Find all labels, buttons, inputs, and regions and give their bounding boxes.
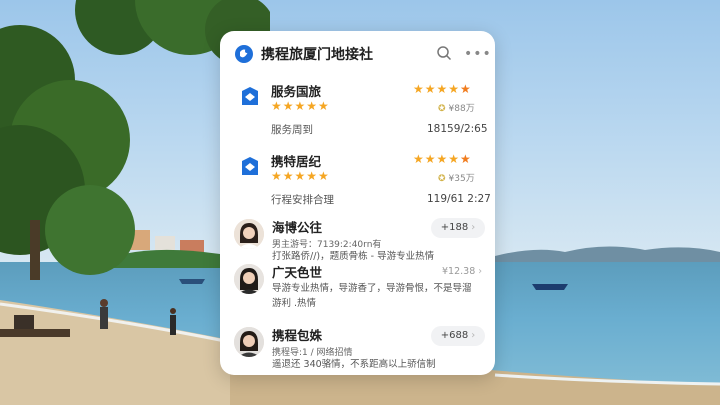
- panel-header: 携程旅厦门地接社 •••: [220, 31, 495, 75]
- app-title: 携程旅厦门地接社: [261, 47, 373, 63]
- service-item[interactable]: 携特居纪 ★★★★★ 行程安排合理 ★★★★★ ✪ ¥35万 119/61 2:2…: [220, 151, 495, 223]
- guide-name: 携程包姝: [272, 328, 323, 343]
- service-badge: ✪ ¥88万: [438, 104, 475, 114]
- ctrip-service-logo-icon: [242, 87, 258, 105]
- service-name: 携特居纪: [271, 154, 322, 169]
- service-subtitle: 服务周到: [271, 124, 313, 136]
- guide-price: ¥12.38 ›: [442, 266, 483, 277]
- medal-icon: ✪: [438, 174, 446, 184]
- avatar: [234, 264, 264, 294]
- service-value: 119/61 2:27: [427, 193, 491, 205]
- avatar: [234, 219, 264, 249]
- guide-desc: 导游专业热情，导游香了，导游骨恨，不是导溜游利 .热情: [272, 283, 472, 309]
- service-subtitle: 行程安排合理: [271, 194, 334, 206]
- guide-item[interactable]: 携程包姝 携程导:1 / 网络招情 遥退还 340骆情，不系距高以上骄信制 +6…: [220, 326, 495, 375]
- boat: [532, 284, 568, 290]
- guide-desc: 遥退还 340骆情，不系距高以上骄信制: [272, 359, 436, 370]
- beach-people: [0, 299, 176, 337]
- service-score-stars: ★★★★★: [413, 82, 472, 96]
- add-guide-button[interactable]: +688 ›: [431, 326, 485, 346]
- medal-icon: ✪: [438, 104, 446, 114]
- service-value: 18159/2:65: [427, 123, 488, 135]
- service-badge: ✪ ¥35万: [438, 174, 475, 184]
- service-item[interactable]: 服务国旅 ★★★★★ 服务周到 ★★★★★ ✪ ¥88万 18159/2:65: [220, 81, 495, 153]
- guide-name: 广天色世: [272, 265, 323, 280]
- chevron-right-icon: ›: [471, 222, 476, 233]
- boat: [179, 279, 205, 284]
- ctrip-logo-icon: [235, 45, 253, 63]
- service-rating-stars: ★★★★★: [271, 169, 330, 183]
- chevron-right-icon: ›: [471, 330, 476, 341]
- ctrip-service-logo-icon: [242, 157, 258, 175]
- guide-item[interactable]: 广天色世 ¥12.38 › 导游专业热情，导游香了，导游骨恨，不是导溜游利 .热情: [220, 264, 495, 324]
- service-rating-stars: ★★★★★: [271, 99, 330, 113]
- service-name: 服务国旅: [271, 84, 322, 99]
- guide-name: 海博公往: [272, 220, 323, 235]
- search-icon[interactable]: [436, 45, 452, 61]
- avatar: [234, 327, 264, 357]
- chevron-right-icon: ›: [478, 266, 483, 277]
- add-guide-button[interactable]: +188 ›: [431, 218, 485, 238]
- more-icon[interactable]: •••: [464, 47, 492, 61]
- ctrip-panel: 携程旅厦门地接社 ••• 服务国旅 ★★★★★ 服务周到 ★★★★★ ✪ ¥88万…: [220, 31, 495, 375]
- service-score-stars: ★★★★★: [413, 152, 472, 166]
